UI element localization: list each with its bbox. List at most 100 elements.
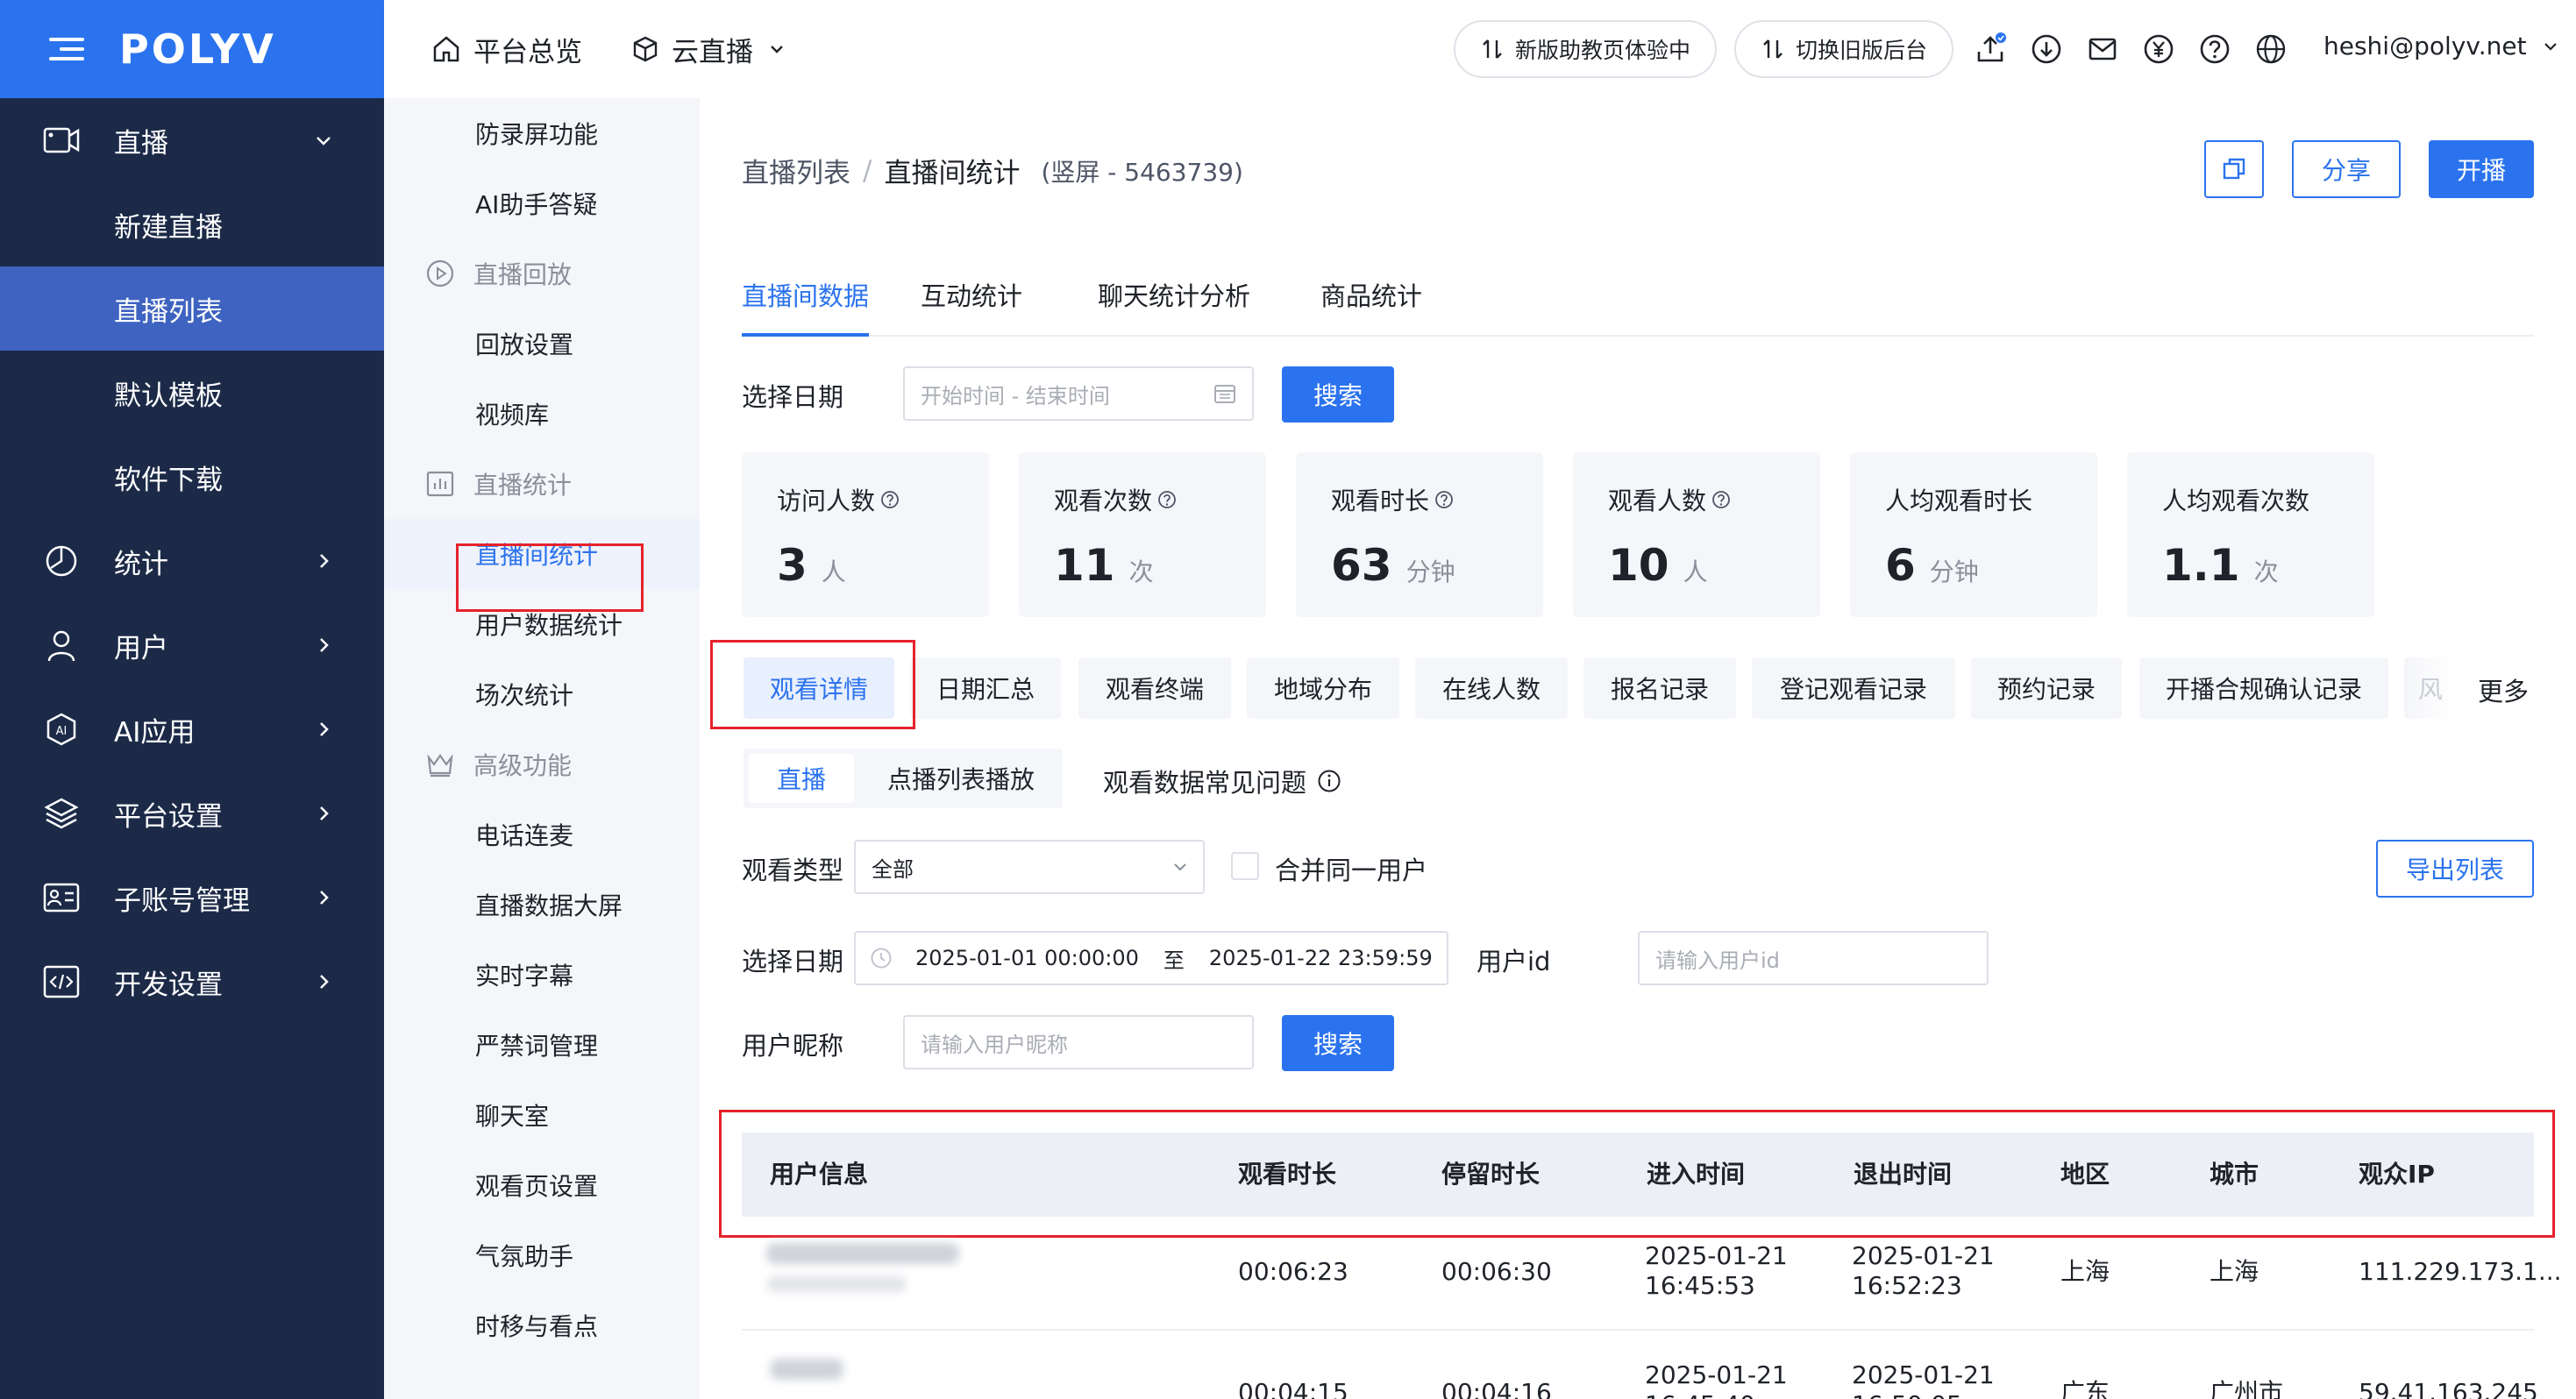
question-circle-icon[interactable]: [1711, 490, 1731, 509]
submenu-item-playback-settings[interactable]: 回放设置: [384, 309, 700, 379]
chip-date-summary[interactable]: 日期汇总: [910, 657, 1061, 719]
main-sidebar: POLYV 直播 新建直播 直播列表 默认模板 软件下载 统计 用户 AI AI…: [0, 0, 384, 1399]
chip-overflow[interactable]: 风: [2404, 657, 2457, 719]
sidebar-item-users[interactable]: 用户: [0, 603, 384, 687]
merge-user-checkbox[interactable]: [1231, 852, 1259, 880]
question-circle-icon[interactable]: [880, 490, 900, 509]
table-row[interactable]: 00:04:15 00:04:16 2025-01-21 16:45:40 20…: [742, 1331, 2538, 1399]
stat-unit: 人: [1683, 557, 1708, 586]
download-icon[interactable]: [2029, 32, 2064, 67]
submenu-item-chatroom[interactable]: 聊天室: [384, 1080, 700, 1150]
export-list-button[interactable]: 导出列表: [2376, 840, 2534, 898]
watch-type-select[interactable]: 全部: [854, 840, 1205, 894]
submenu-item-atmosphere[interactable]: 气氛助手: [384, 1220, 700, 1290]
date-range-input[interactable]: 开始时间 - 结束时间: [903, 366, 1254, 421]
new-version-label: 新版助教页体验中: [1515, 38, 1691, 63]
tab-chat-analysis[interactable]: 聊天统计分析: [1098, 256, 1250, 337]
chevron-right-icon: [320, 975, 329, 989]
sidebar-item-new-live[interactable]: 新建直播: [0, 182, 384, 266]
submenu-item-ai-assistant[interactable]: AI助手答疑: [384, 168, 700, 238]
chevron-right-icon: [320, 722, 329, 736]
segment-vod-list[interactable]: 点播列表播放: [865, 754, 1057, 803]
ai-icon: AI: [42, 710, 81, 749]
breadcrumb-room-id: (竖屏 - 5463739): [1041, 157, 1243, 187]
upload-icon[interactable]: [1973, 32, 2008, 67]
question-circle-icon[interactable]: [1434, 490, 1454, 509]
sidebar-item-platform-settings[interactable]: 平台设置: [0, 771, 384, 856]
chip-terminal[interactable]: 观看终端: [1078, 657, 1231, 719]
menu-toggle-icon[interactable]: [49, 36, 84, 62]
sidebar-item-subaccount[interactable]: 子账号管理: [0, 856, 384, 940]
globe-icon[interactable]: [2253, 32, 2288, 67]
submenu-item-anti-record[interactable]: 防录屏功能: [384, 98, 700, 168]
share-button[interactable]: 分享: [2292, 140, 2401, 198]
submenu-item-live-subtitle[interactable]: 实时字幕: [384, 940, 700, 1010]
nav-platform-overview[interactable]: 平台总览: [431, 30, 582, 69]
user-id-placeholder: 请输入用户id: [1655, 948, 1780, 973]
submenu-item-video-library[interactable]: 视频库: [384, 379, 700, 449]
chip-signup[interactable]: 报名记录: [1583, 657, 1736, 719]
stat-title: 人均观看次数: [2162, 486, 2310, 515]
date-range-picker[interactable]: 2025-01-01 00:00:00 至 2025-01-22 23:59:5…: [854, 931, 1448, 985]
table-row[interactable]: 00:06:23 00:06:30 2025-01-21 16:45:53 20…: [742, 1217, 2562, 1331]
submenu-item-label: 电话连麦: [475, 821, 574, 850]
submenu-item-label: 场次统计: [475, 681, 574, 710]
submenu-item-label: 严禁词管理: [475, 1032, 599, 1061]
tab-interaction-stats[interactable]: 互动统计: [921, 256, 1022, 337]
copy-button[interactable]: [2204, 140, 2264, 198]
mail-icon[interactable]: [2085, 32, 2120, 67]
submenu-item-session-stats[interactable]: 场次统计: [384, 659, 700, 729]
sidebar-item-statistics[interactable]: 统计: [0, 519, 384, 603]
nav-cloud-live[interactable]: 云直播: [631, 30, 788, 69]
chip-online[interactable]: 在线人数: [1415, 657, 1568, 719]
submenu-item-banned-words[interactable]: 严禁词管理: [384, 1010, 700, 1080]
nickname-label: 用户昵称: [742, 1031, 844, 1061]
start-live-button[interactable]: 开播: [2429, 140, 2534, 198]
tab-room-data[interactable]: 直播间数据: [742, 256, 870, 337]
date-range-placeholder: 开始时间 - 结束时间: [921, 383, 1110, 408]
yuan-icon[interactable]: [2141, 32, 2176, 67]
sidebar-item-live-list[interactable]: 直播列表: [0, 266, 384, 351]
question-circle-icon[interactable]: [1157, 490, 1177, 509]
blurred-username: [766, 1243, 959, 1264]
user-menu[interactable]: heshi@polyv.net: [2323, 32, 2562, 60]
sidebar-item-live[interactable]: 直播: [0, 98, 384, 182]
sidebar-item-default-template[interactable]: 默认模板: [0, 351, 384, 435]
submenu-item-timeshift[interactable]: 时移与看点: [384, 1290, 700, 1360]
filter-search-button[interactable]: 搜索: [1282, 1015, 1394, 1071]
chevron-right-icon: [320, 554, 329, 568]
switch-old-button[interactable]: 切换旧版后台: [1734, 20, 1954, 78]
sidebar-item-software-download[interactable]: 软件下载: [0, 435, 384, 519]
submenu-item-label: 聊天室: [475, 1102, 550, 1131]
code-icon: [42, 962, 81, 1001]
date-search-button[interactable]: 搜索: [1282, 366, 1394, 423]
faq-link[interactable]: 观看数据常见问题: [1103, 763, 1341, 799]
chip-compliance[interactable]: 开播合规确认记录: [2139, 657, 2388, 719]
info-icon: [1318, 770, 1341, 792]
segment-live[interactable]: 直播: [749, 754, 854, 803]
polyv-logo[interactable]: POLYV: [119, 25, 276, 73]
submenu-item-data-screen[interactable]: 直播数据大屏: [384, 870, 700, 940]
breadcrumb-live-list[interactable]: 直播列表: [742, 151, 850, 190]
sidebar-item-dev-settings[interactable]: 开发设置: [0, 940, 384, 1024]
chart-pie-icon: [42, 542, 81, 580]
nickname-input[interactable]: 请输入用户昵称: [903, 1015, 1254, 1069]
stat-value: 6: [1885, 540, 1916, 591]
stat-unit: 分钟: [1405, 557, 1455, 586]
user-icon: [42, 626, 81, 664]
sidebar-item-label: 直播列表: [114, 295, 223, 328]
submenu-item-label: 时移与看点: [475, 1312, 599, 1341]
chip-registered-views[interactable]: 登记观看记录: [1752, 657, 1955, 719]
user-id-input[interactable]: 请输入用户id: [1638, 931, 1989, 985]
sidebar-item-label: 平台设置: [114, 800, 223, 833]
date-range-label: 选择日期: [742, 947, 844, 976]
chip-reservation[interactable]: 预约记录: [1971, 657, 2122, 719]
more-chips-button[interactable]: 更多: [2478, 671, 2529, 708]
new-version-button[interactable]: 新版助教页体验中: [1454, 20, 1718, 78]
sidebar-item-ai[interactable]: AI AI应用: [0, 687, 384, 771]
chip-region[interactable]: 地域分布: [1247, 657, 1399, 719]
tab-product-stats[interactable]: 商品统计: [1320, 256, 1422, 337]
help-icon[interactable]: [2197, 32, 2232, 67]
submenu-item-phone-mic[interactable]: 电话连麦: [384, 799, 700, 870]
submenu-item-watch-page-settings[interactable]: 观看页设置: [384, 1150, 700, 1220]
